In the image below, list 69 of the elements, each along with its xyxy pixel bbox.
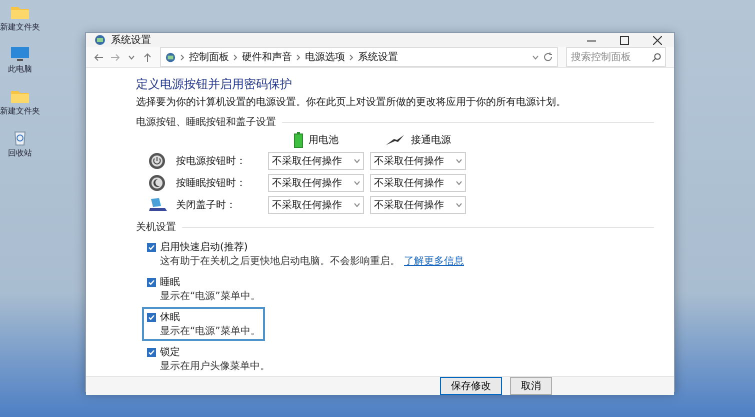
checkbox-label: 休眠 <box>160 311 180 324</box>
chevron-down-icon <box>354 181 360 185</box>
up-arrow-icon[interactable] <box>143 52 152 62</box>
item-description: 显示在用户头像菜单中。 <box>160 361 270 372</box>
checkbox-label: 启用快速启动(推荐) <box>160 240 248 254</box>
chevron-down-icon <box>456 203 462 207</box>
breadcrumb[interactable]: 电源选项 <box>305 50 345 64</box>
desktop-icon-label[interactable]: 此电脑 <box>8 63 32 75</box>
search-icon <box>652 53 661 62</box>
column-header: 用电池 <box>308 134 338 147</box>
checkbox[interactable] <box>147 312 156 322</box>
checkbox[interactable] <box>147 348 156 356</box>
laptop-icon <box>148 197 168 213</box>
folder-icon <box>10 4 30 20</box>
action-dropdown[interactable]: 不采取任何操作 <box>268 174 364 192</box>
action-dropdown[interactable]: 不采取任何操作 <box>268 196 364 214</box>
chevron-down-icon <box>354 203 360 207</box>
power-button-icon <box>148 152 166 170</box>
chevron-down-icon <box>354 159 360 163</box>
window-title: 系统设置 <box>111 34 152 47</box>
monitor-icon <box>10 46 30 62</box>
maximize-icon[interactable] <box>620 36 629 44</box>
action-dropdown[interactable]: 不采取任何操作 <box>370 196 466 214</box>
chevron-right-icon <box>296 54 301 60</box>
action-dropdown[interactable]: 不采取任何操作 <box>268 152 364 170</box>
close-icon[interactable] <box>653 36 662 44</box>
action-dropdown[interactable]: 不采取任何操作 <box>370 174 466 192</box>
breadcrumb[interactable]: 系统设置 <box>358 50 398 64</box>
power-plug-icon <box>385 134 405 146</box>
control-panel-icon <box>94 34 106 46</box>
desktop-icon-label[interactable]: 新建文件夹 <box>0 105 40 117</box>
chevron-down-icon <box>456 159 462 163</box>
chevron-down-icon[interactable] <box>532 54 539 60</box>
battery-icon <box>294 132 302 148</box>
refresh-icon[interactable] <box>543 52 553 62</box>
checkbox-label: 睡眠 <box>160 276 180 289</box>
page-heading: 定义电源按钮并启用密码保护 <box>136 76 293 93</box>
desktop-icon-label[interactable]: 回收站 <box>8 147 32 159</box>
checkbox-label: 锁定 <box>160 346 180 359</box>
cancel-button[interactable]: 取消 <box>510 377 552 395</box>
desktop-icon-label[interactable]: 新建文件夹 <box>0 21 40 33</box>
breadcrumb[interactable]: 硬件和声音 <box>242 50 292 64</box>
address-bar[interactable]: 控制面板 硬件和声音 电源选项 系统设置 <box>160 47 558 67</box>
learn-more-link[interactable]: 了解更多信息 <box>404 254 464 268</box>
breadcrumb[interactable]: 控制面板 <box>189 50 229 64</box>
chevron-right-icon <box>180 54 185 60</box>
sleep-button-icon <box>148 174 166 192</box>
setting-label: 关闭盖子时： <box>176 198 237 212</box>
folder-icon <box>10 88 30 104</box>
action-dropdown[interactable]: 不采取任何操作 <box>370 152 466 170</box>
item-description: 显示在“电源”菜单中。 <box>160 326 260 337</box>
chevron-right-icon <box>349 54 354 60</box>
section-title: 关机设置 <box>136 220 176 234</box>
checkbox[interactable] <box>147 278 156 286</box>
column-header: 接通电源 <box>411 134 451 147</box>
back-arrow-icon[interactable] <box>94 52 103 62</box>
save-button[interactable]: 保存修改 <box>440 377 502 395</box>
checkbox[interactable] <box>147 242 156 252</box>
control-panel-icon <box>165 52 176 62</box>
item-description: 这有助于在关机之后更快地启动电脑。不会影响重启。 <box>160 254 400 268</box>
page-description: 选择要为你的计算机设置的电源设置。你在此页上对设置所做的更改将应用于你的所有电源计划。 <box>136 96 567 109</box>
chevron-down-icon[interactable] <box>128 54 135 60</box>
setting-label: 按睡眠按钮时： <box>176 176 247 190</box>
section-title: 电源按钮、睡眠按钮和盖子设置 <box>136 116 276 129</box>
chevron-down-icon <box>456 181 462 185</box>
setting-label: 按电源按钮时： <box>176 154 247 168</box>
item-description: 显示在“电源”菜单中。 <box>160 291 260 302</box>
search-field[interactable]: 搜索控制面板 <box>566 47 666 67</box>
chevron-right-icon <box>233 54 238 60</box>
